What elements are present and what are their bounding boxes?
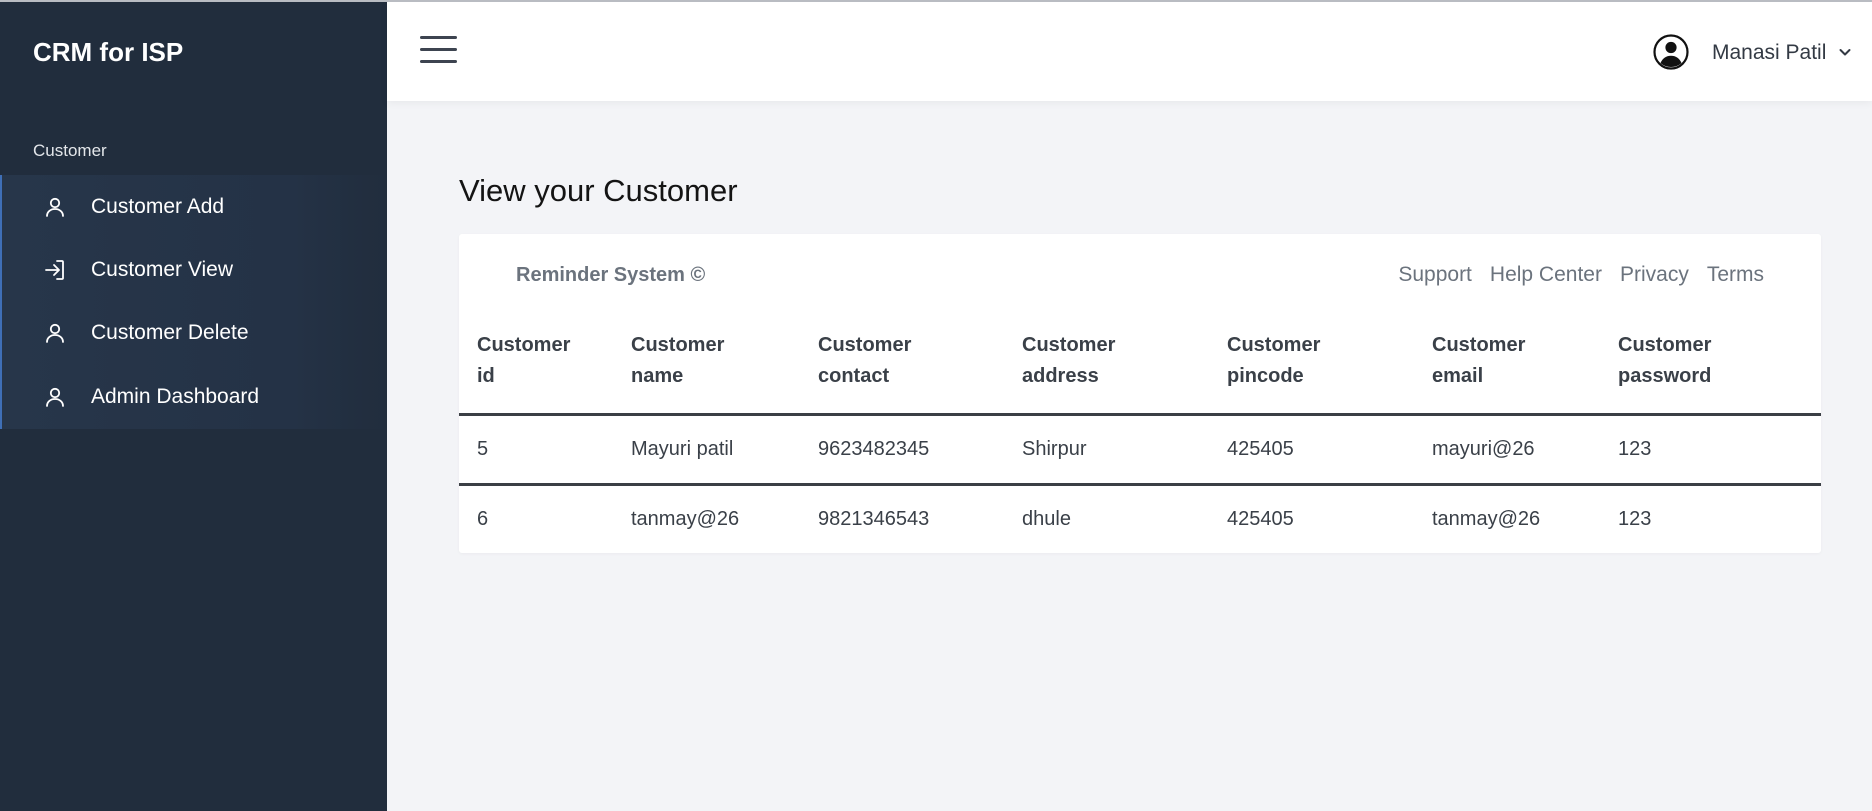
app-brand[interactable]: CRM for ISP — [33, 37, 183, 68]
support-link[interactable]: Support — [1398, 263, 1472, 287]
sidebar-item-customer-view[interactable]: Customer View — [2, 238, 387, 301]
cell-customer-contact: 9623482345 — [818, 438, 930, 460]
sidebar-item-label: Customer Add — [91, 194, 225, 218]
sidebar-item-label: Customer Delete — [91, 320, 249, 344]
column-header-customer-address: Customer address — [1022, 334, 1116, 387]
cell-customer-name: tanmay@26 — [631, 508, 740, 530]
cell-customer-pincode: 425405 — [1227, 508, 1294, 530]
page-title: View your Customer — [459, 173, 738, 208]
cell-customer-id: 5 — [477, 438, 489, 460]
sidebar-item-customer-add[interactable]: Customer Add — [2, 175, 387, 238]
sidebar-menu: Customer Add Customer View Customer Dele… — [0, 175, 387, 429]
user-circle-icon[interactable] — [1653, 34, 1689, 70]
cell-customer-email: mayuri@26 — [1432, 438, 1535, 460]
cell-customer-pincode: 425405 — [1227, 438, 1294, 460]
chevron-down-icon[interactable] — [1837, 44, 1853, 60]
hamburger-icon[interactable] — [420, 36, 458, 66]
sidebar: CRM for ISP Customer Customer Add Custom… — [0, 2, 387, 811]
cell-customer-password: 123 — [1618, 438, 1652, 460]
top-header: Manasi Patil — [387, 2, 1872, 101]
sidebar-item-label: Admin Dashboard — [91, 384, 260, 408]
table-header-divider — [459, 413, 1821, 416]
table-row-divider — [459, 483, 1821, 486]
column-header-customer-password: Customer password — [1618, 334, 1712, 387]
column-header-customer-pincode: Customer pincode — [1227, 334, 1321, 387]
user-icon — [42, 384, 68, 410]
footer-brand: Reminder System © — [516, 264, 706, 286]
user-icon — [42, 320, 68, 346]
cell-customer-id: 6 — [477, 508, 489, 530]
sidebar-item-customer-delete[interactable]: Customer Delete — [2, 301, 387, 364]
cell-customer-address: Shirpur — [1022, 438, 1087, 460]
cell-customer-address: dhule — [1022, 508, 1071, 530]
sidebar-item-label: Customer View — [91, 257, 233, 281]
cell-customer-name: Mayuri patil — [631, 438, 734, 460]
sidebar-item-admin-dashboard[interactable]: Admin Dashboard — [2, 365, 387, 428]
privacy-link[interactable]: Privacy — [1620, 263, 1689, 287]
window-top-border — [0, 0, 1872, 2]
sidebar-section-label: Customer — [33, 141, 107, 160]
cell-customer-password: 123 — [1618, 508, 1652, 530]
help-center-link[interactable]: Help Center — [1490, 263, 1602, 287]
column-header-customer-email: Customer email — [1432, 334, 1526, 387]
customer-card: Reminder System © Support Help Center Pr… — [459, 234, 1821, 553]
cell-customer-contact: 9821346543 — [818, 508, 930, 530]
column-header-customer-name: Customer name — [631, 334, 725, 387]
footer-links: Support Help Center Privacy Terms — [1398, 263, 1764, 287]
user-name[interactable]: Manasi Patil — [1712, 41, 1826, 65]
terms-link[interactable]: Terms — [1707, 263, 1764, 287]
cell-customer-email: tanmay@26 — [1432, 508, 1541, 530]
column-header-customer-contact: Customer contact — [818, 334, 912, 387]
sign-in-icon — [42, 257, 68, 283]
user-icon — [42, 194, 68, 220]
column-header-customer-id: Customer id — [477, 334, 571, 387]
